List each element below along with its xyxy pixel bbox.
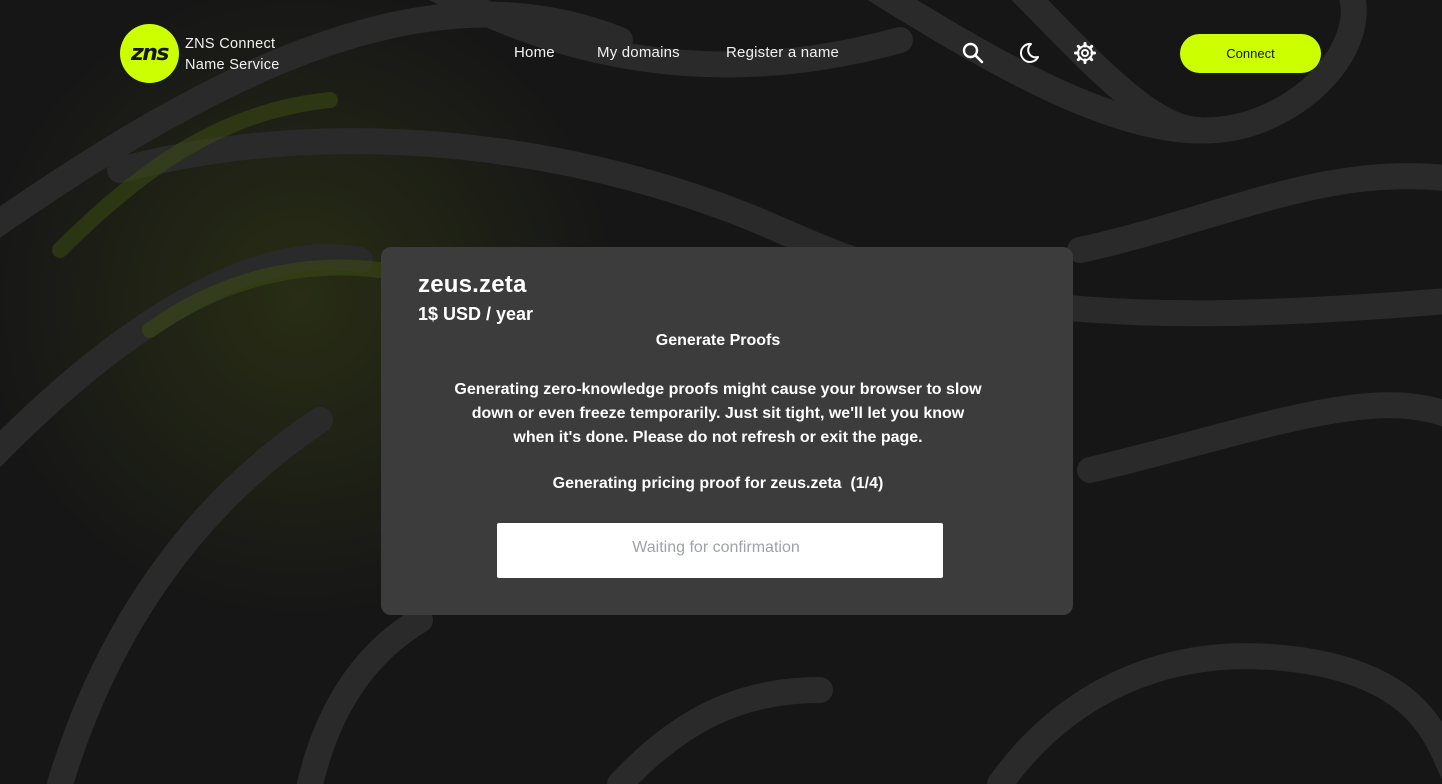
domain-price: 1$ USD / year (418, 304, 534, 324)
generate-proofs-card: zeus.zeta 1$ USD / year Generate Proofs … (381, 247, 1073, 615)
domain-name: zeus.zeta (418, 271, 527, 298)
generate-proofs-title: Generate Proofs (655, 332, 781, 349)
connect-wallet-button[interactable]: Connect (1180, 34, 1321, 73)
brand-name[interactable]: ZNS Connect Name Service (185, 34, 280, 76)
confirmation-status-text: Waiting for confirmation (632, 539, 800, 556)
brand-line-2: Name Service (185, 57, 280, 73)
nav-home-link[interactable]: Home (514, 44, 555, 61)
moon-icon[interactable] (1017, 41, 1041, 65)
confirmation-status-box: Waiting for confirmation (497, 523, 943, 578)
brand-line-1: ZNS Connect (185, 36, 276, 52)
proof-warning-text: Generating zero-knowledge proofs might c… (454, 381, 982, 446)
nav-my-domains-link[interactable]: My domains (597, 44, 680, 61)
page: zns ZNS Connect Name Service Home My dom… (0, 0, 1442, 784)
zns-logo[interactable]: zns (120, 24, 179, 83)
nav-register-name-link[interactable]: Register a name (726, 44, 839, 61)
top-navigation-bar: zns ZNS Connect Name Service Home My dom… (0, 0, 1442, 106)
search-icon[interactable] (961, 41, 985, 65)
logo-text: zns (130, 41, 170, 66)
gear-icon[interactable] (1073, 41, 1097, 65)
proof-progress-text: Generating pricing proof for zeus.zeta (… (552, 475, 884, 492)
